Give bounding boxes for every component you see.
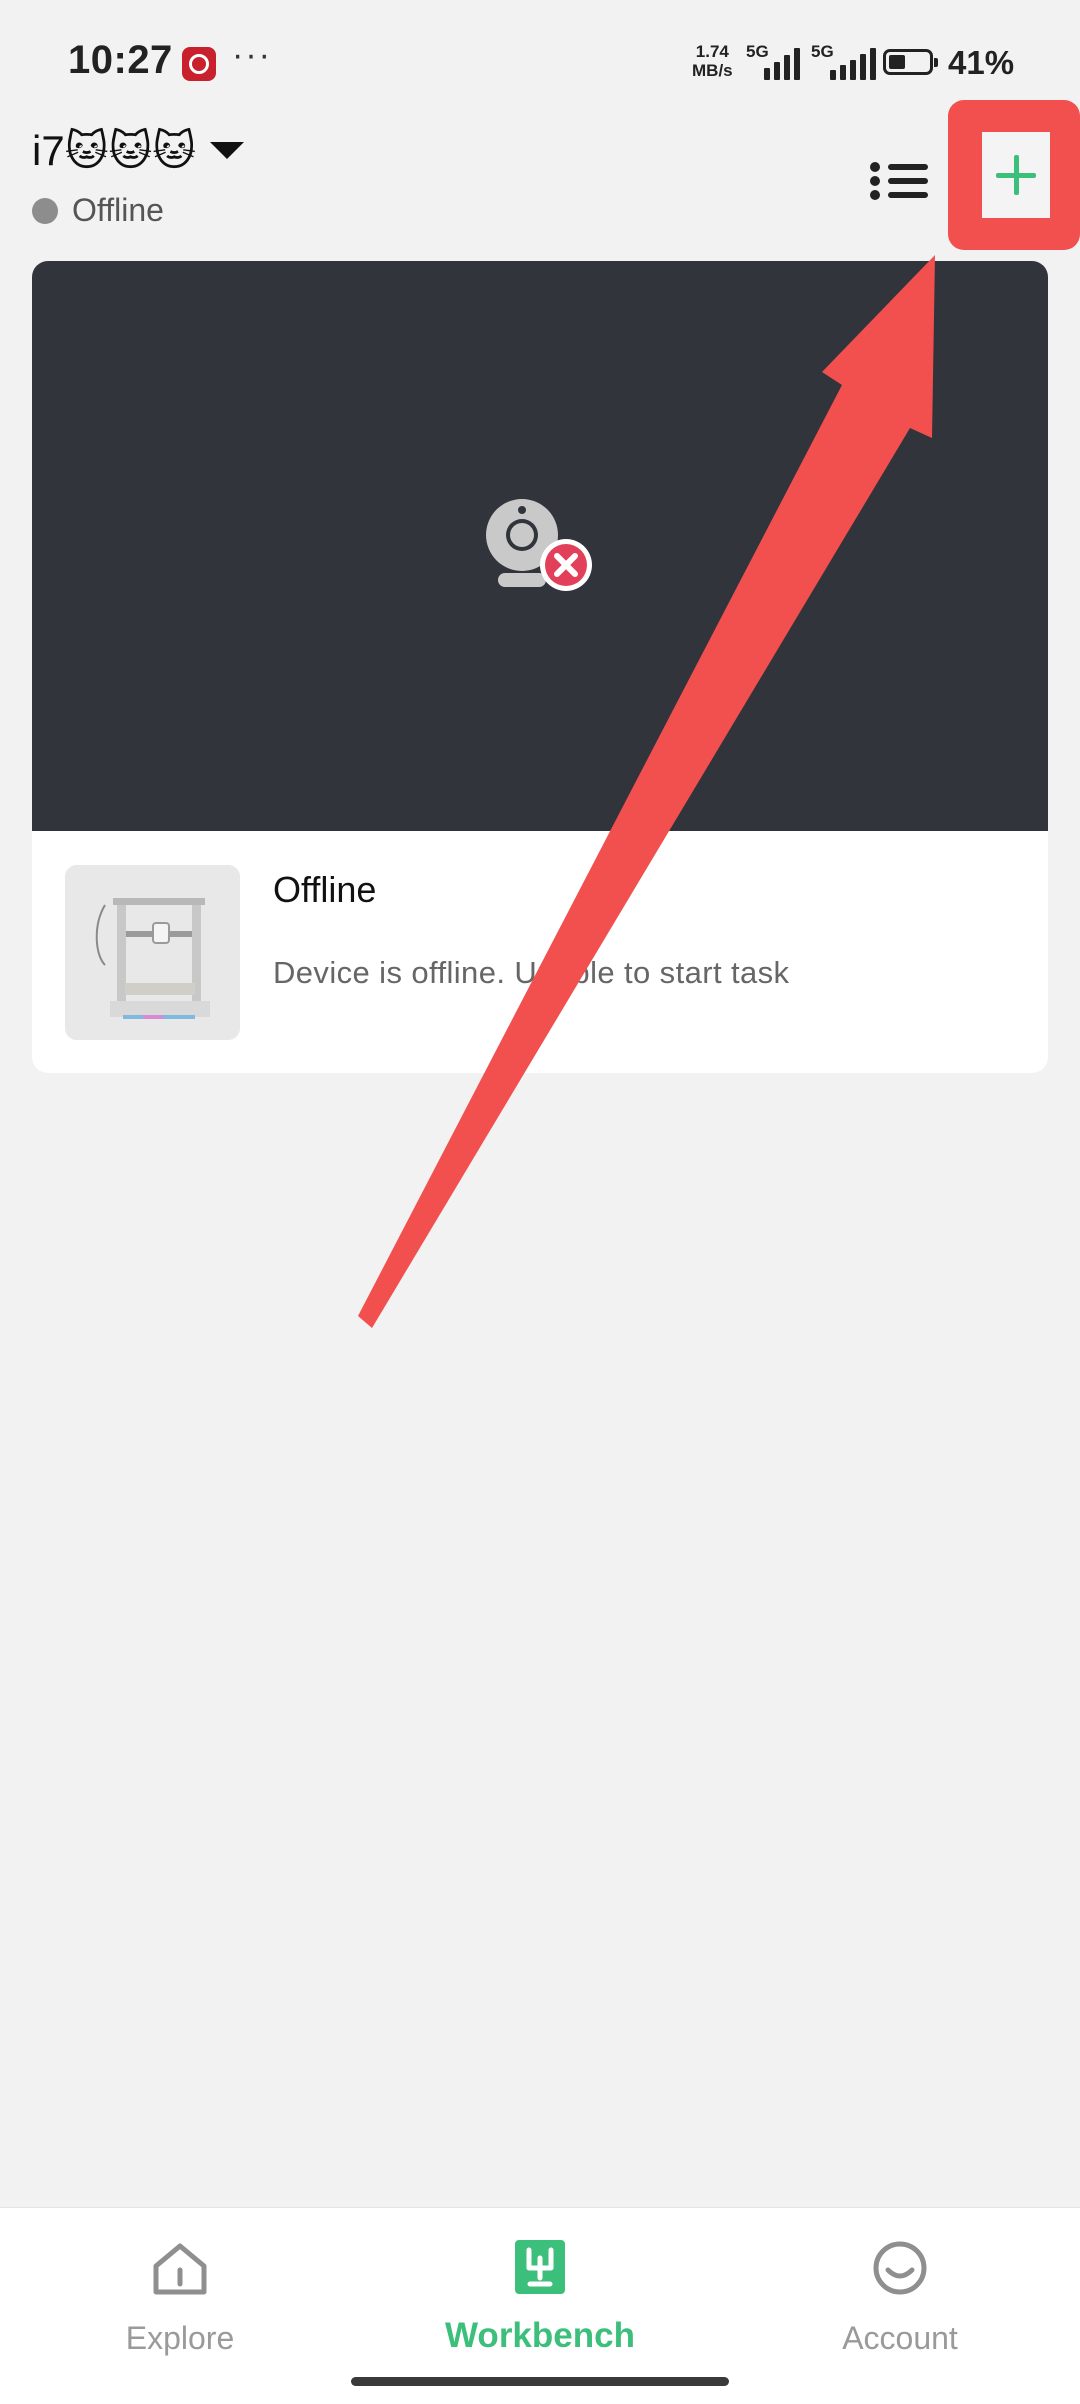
device-card-title: Offline bbox=[273, 869, 377, 910]
device-card[interactable]: Offline Device is offline. Unable to sta… bbox=[32, 261, 1048, 1073]
nav-workbench[interactable]: Workbench bbox=[420, 2230, 660, 2370]
battery-percent: 41% bbox=[948, 44, 1015, 81]
more-notifications-icon: ··· bbox=[232, 36, 272, 74]
device-list-button[interactable] bbox=[870, 156, 932, 206]
battery-icon bbox=[883, 49, 938, 75]
notification-app-icon bbox=[182, 47, 216, 81]
nav-account-label: Account bbox=[842, 2320, 958, 2356]
camera-preview bbox=[32, 261, 1048, 831]
printer-thumbnail bbox=[65, 865, 240, 1040]
home-icon bbox=[153, 2243, 207, 2295]
workbench-icon bbox=[515, 2240, 565, 2294]
signal-bars-icon bbox=[764, 46, 800, 80]
account-icon bbox=[873, 2241, 927, 2295]
nav-explore[interactable]: Explore bbox=[60, 2230, 300, 2370]
network-speed: 1.74 MB/s bbox=[692, 42, 733, 80]
device-name: i7🐱🐱🐱 bbox=[32, 127, 197, 174]
network-speed-unit: MB/s bbox=[692, 61, 733, 80]
status-dot-icon bbox=[32, 197, 58, 224]
status-time: 10:27 bbox=[68, 38, 173, 82]
device-card-message: Device is offline. Unable to start task bbox=[273, 955, 790, 990]
network-speed-value: 1.74 bbox=[695, 42, 729, 61]
gesture-home-bar[interactable] bbox=[351, 2377, 729, 2386]
device-selector[interactable]: i7🐱🐱🐱 bbox=[32, 126, 245, 175]
add-device-button[interactable] bbox=[982, 132, 1050, 218]
nav-account[interactable]: Account bbox=[780, 2230, 1020, 2370]
bottom-nav: Explore Workbench Account bbox=[0, 2207, 1080, 2404]
nav-workbench-label: Workbench bbox=[445, 2316, 635, 2355]
caret-down-icon bbox=[210, 142, 245, 159]
connection-status-label: Offline bbox=[72, 192, 164, 228]
connection-status: Offline bbox=[32, 192, 164, 229]
camera-offline-icon bbox=[486, 499, 592, 591]
nav-explore-label: Explore bbox=[125, 2320, 235, 2356]
signal-bars-icon bbox=[830, 46, 876, 80]
